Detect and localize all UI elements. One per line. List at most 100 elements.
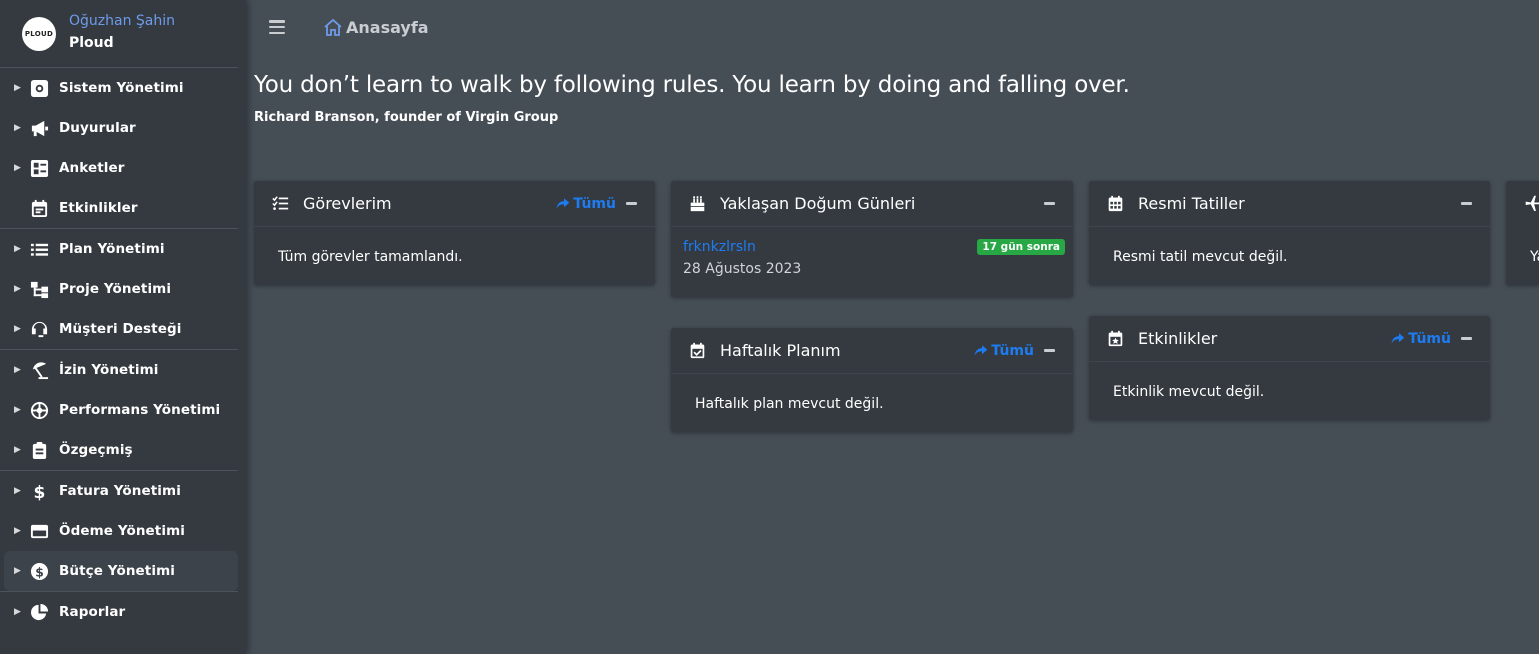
card-holidays: Resmi Tatiller Resmi tatil mevcut değil. bbox=[1089, 181, 1490, 285]
sidebar-item-label: Müşteri Desteği bbox=[59, 321, 182, 337]
home-icon bbox=[324, 18, 342, 36]
card-title: Etkinlikler bbox=[1138, 329, 1218, 348]
caret-right-icon: ▶ bbox=[14, 163, 21, 173]
sidebar: PLOUD Oğuzhan Şahin Ploud ▶ Sistem Yönet… bbox=[0, 0, 246, 654]
caret-right-icon: ▶ bbox=[14, 244, 21, 254]
sidebar-item-odeme-yonetimi[interactable]: ▶ Ödeme Yönetimi bbox=[0, 511, 238, 551]
plane-icon bbox=[1524, 194, 1539, 215]
sidebar-item-label: İzin Yönetimi bbox=[59, 362, 159, 378]
sidebar-item-etkinlikler[interactable]: ▶ Etkinlikler bbox=[0, 188, 238, 228]
nav-group-system: ▶ Sistem Yönetimi ▶ Duyurular ▶ Anketler… bbox=[0, 68, 238, 229]
card-weekly-plan: Haftalık Planım Tümü Haftalık plan mevcu… bbox=[671, 328, 1073, 432]
caret-right-icon: ▶ bbox=[14, 83, 21, 93]
brand[interactable]: PLOUD Oğuzhan Şahin Ploud bbox=[0, 0, 238, 68]
share-icon bbox=[556, 198, 570, 209]
sidebar-item-label: Sistem Yönetimi bbox=[59, 80, 184, 96]
clipboard-icon bbox=[28, 440, 50, 460]
sidebar-item-label: Proje Yönetimi bbox=[59, 281, 172, 297]
sidebar-item-label: Ödeme Yönetimi bbox=[59, 523, 185, 539]
pie-chart-icon bbox=[28, 602, 50, 622]
collapse-button[interactable] bbox=[626, 202, 637, 205]
days-left-badge: 17 gün sonra bbox=[977, 239, 1065, 255]
top-navbar: Anasayfa bbox=[246, 0, 1539, 54]
view-all-link[interactable]: Tümü bbox=[1390, 331, 1451, 347]
sidebar-item-label: Raporlar bbox=[59, 604, 126, 620]
caret-right-icon: ▶ bbox=[14, 324, 21, 334]
user-name[interactable]: Oğuzhan Şahin bbox=[69, 10, 175, 32]
caret-right-icon: ▶ bbox=[14, 284, 21, 294]
sidebar-item-label: Özgeçmiş bbox=[59, 442, 133, 458]
collapse-button[interactable] bbox=[1461, 202, 1472, 205]
sidebar-item-anketler[interactable]: ▶ Anketler bbox=[0, 148, 238, 188]
card-title: Resmi Tatiller bbox=[1138, 194, 1245, 213]
quote-block: You don’t learn to walk by following rul… bbox=[254, 72, 1130, 125]
sidebar-item-label: Bütçe Yönetimi bbox=[59, 563, 175, 579]
svg-text:$: $ bbox=[33, 483, 45, 501]
sidebar-item-label: Plan Yönetimi bbox=[59, 241, 165, 257]
sidebar-item-proje-yonetimi[interactable]: ▶ Proje Yönetimi bbox=[0, 269, 238, 309]
caret-right-icon: ▶ bbox=[14, 607, 21, 617]
brand-logo: PLOUD bbox=[22, 16, 56, 51]
calendar-icon bbox=[28, 198, 50, 218]
calendar-check-icon bbox=[689, 342, 707, 360]
collapse-button[interactable] bbox=[1044, 202, 1055, 205]
gear-icon bbox=[28, 78, 50, 98]
dollar-circle-icon: $ bbox=[28, 561, 50, 581]
birthday-person-link[interactable]: frknkzlrsln bbox=[683, 239, 756, 255]
caret-right-icon: ▶ bbox=[14, 365, 21, 375]
credit-card-icon bbox=[28, 521, 50, 541]
nav-group-finance: ▶ $ Fatura Yönetimi ▶ Ödeme Yönetimi ▶ $… bbox=[0, 471, 238, 592]
events-empty-text: Etkinlik mevcut değil. bbox=[1113, 384, 1265, 400]
home-link[interactable]: Anasayfa bbox=[323, 17, 429, 37]
card-title: Görevlerim bbox=[303, 194, 392, 213]
view-all-link[interactable]: Tümü bbox=[555, 196, 616, 212]
dollar-icon: $ bbox=[28, 481, 50, 501]
nav-group-reports: ▶ Raporlar bbox=[0, 592, 238, 632]
collapse-button[interactable] bbox=[1461, 337, 1472, 340]
caret-right-icon: ▶ bbox=[14, 405, 21, 415]
caret-right-icon: ▶ bbox=[14, 486, 21, 496]
card-birthdays: Yaklaşan Doğum Günleri frknkzlrsln 17 gü… bbox=[671, 181, 1073, 297]
sidebar-item-label: Duyurular bbox=[59, 120, 136, 136]
tasks-icon bbox=[272, 195, 290, 213]
menu-toggle-icon[interactable] bbox=[269, 20, 285, 34]
sidebar-item-label: Anketler bbox=[59, 160, 125, 176]
sidebar-item-butce-yonetimi[interactable]: ▶ $ Bütçe Yönetimi bbox=[4, 551, 238, 591]
birthday-cake-icon bbox=[689, 195, 707, 213]
dharmachakra-icon bbox=[28, 400, 50, 420]
sidebar-item-musteri-destegi[interactable]: ▶ Müşteri Desteği bbox=[0, 309, 238, 349]
partial-card-text: Ya bbox=[1530, 249, 1539, 265]
sidebar-item-ozgecmis[interactable]: ▶ Özgeçmiş bbox=[0, 430, 238, 470]
weekly-empty-text: Haftalık plan mevcut değil. bbox=[695, 396, 884, 412]
sidebar-item-raporlar[interactable]: ▶ Raporlar bbox=[0, 592, 238, 632]
quote-author: Richard Branson, founder of Virgin Group bbox=[254, 110, 559, 125]
caret-right-icon: ▶ bbox=[14, 445, 21, 455]
view-all-link[interactable]: Tümü bbox=[973, 343, 1034, 359]
collapse-button[interactable] bbox=[1044, 349, 1055, 352]
sidebar-item-plan-yonetimi[interactable]: ▶ Plan Yönetimi bbox=[0, 229, 238, 269]
card-title: Haftalık Planım bbox=[720, 341, 841, 360]
sidebar-item-izin-yonetimi[interactable]: ▶ İzin Yönetimi bbox=[0, 350, 238, 390]
sidebar-item-label: Etkinlikler bbox=[59, 200, 138, 216]
birthday-date: 28 Ağustos 2023 bbox=[683, 261, 802, 277]
sidebar-item-label: Performans Yönetimi bbox=[59, 402, 221, 418]
headset-icon bbox=[28, 319, 50, 339]
nav-group-plan: ▶ Plan Yönetimi ▶ Proje Yönetimi ▶ Müşte… bbox=[0, 229, 238, 350]
sidebar-item-duyurular[interactable]: ▶ Duyurular bbox=[0, 108, 238, 148]
share-icon bbox=[1391, 333, 1405, 344]
sidebar-item-performans-yonetimi[interactable]: ▶ Performans Yönetimi bbox=[0, 390, 238, 430]
megaphone-icon bbox=[28, 118, 50, 138]
sidebar-item-label: Fatura Yönetimi bbox=[59, 483, 181, 499]
nav-group-hr: ▶ İzin Yönetimi ▶ Performans Yönetimi ▶ … bbox=[0, 350, 238, 471]
caret-right-icon: ▶ bbox=[14, 123, 21, 133]
list-icon bbox=[28, 239, 50, 259]
card-events: Etkinlikler Tümü Etkinlik mevcut değil. bbox=[1089, 316, 1490, 420]
card-partial: Ya bbox=[1506, 181, 1539, 285]
sidebar-item-sistem-yonetimi[interactable]: ▶ Sistem Yönetimi bbox=[0, 68, 238, 108]
company-name: Ploud bbox=[69, 34, 114, 51]
card-title: Yaklaşan Doğum Günleri bbox=[720, 194, 916, 213]
holidays-empty-text: Resmi tatil mevcut değil. bbox=[1113, 249, 1288, 265]
sidebar-item-fatura-yonetimi[interactable]: ▶ $ Fatura Yönetimi bbox=[0, 471, 238, 511]
poll-icon bbox=[28, 158, 50, 178]
caret-right-icon: ▶ bbox=[14, 526, 21, 536]
